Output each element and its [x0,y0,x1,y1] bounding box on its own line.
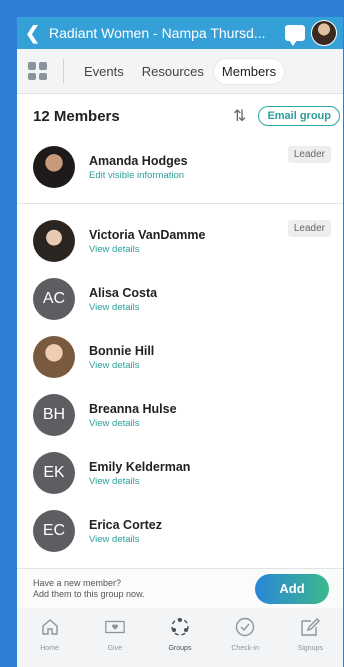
tab-divider [63,59,64,83]
prompt-line-1: Have a new member? [33,577,122,588]
member-info: Victoria VanDamme View details [89,228,206,255]
group-title: Radiant Women - Nampa Thursd... [49,25,266,41]
signups-icon [299,616,321,638]
profile-avatar[interactable] [311,20,337,46]
app-frame: ❮ Radiant Women - Nampa Thursd... Events… [17,17,343,667]
tab-events[interactable]: Events [76,59,132,84]
home-icon [39,616,61,638]
nav-signups[interactable]: Signups [281,616,339,652]
leader-badge: Leader [287,146,331,163]
leader-badge: Leader [287,220,331,237]
nav-home[interactable]: Home [21,616,79,652]
add-member-button[interactable]: Add [255,573,329,604]
avatar: AC [33,278,75,320]
member-info: Amanda Hodges Edit visible information [89,154,188,181]
member-row-self[interactable]: Amanda Hodges Edit visible information L… [17,138,343,196]
member-row[interactable]: EK Emily Kelderman View details [17,444,343,502]
nav-check-in[interactable]: Check-in [216,616,274,652]
view-details-link[interactable]: View details [89,476,190,487]
member-row[interactable]: BH Breanna Hulse View details [17,386,343,444]
member-info: Alisa Costa View details [89,286,157,313]
tab-resources[interactable]: Resources [134,59,212,84]
member-name: Breanna Hulse [89,401,177,416]
member-name: Erica Cortez [89,517,162,532]
avatar [33,146,75,188]
member-count: 12 Members [33,107,120,125]
member-name: Bonnie Hill [89,343,155,358]
top-bar: ❮ Radiant Women - Nampa Thursd... [17,17,343,49]
tab-bar: Events Resources Members [17,49,343,94]
view-details-link[interactable]: View details [89,360,154,371]
members-header: 12 Members ⇅ Email group [17,94,343,138]
member-name: Amanda Hodges [89,153,188,168]
member-row[interactable]: AC Alisa Costa View details [17,270,343,328]
avatar [33,220,75,262]
member-row[interactable]: Bonnie Hill View details [17,328,343,386]
view-details-link[interactable]: View details [89,418,177,429]
view-details-link[interactable]: View details [89,302,157,313]
member-name: Emily Kelderman [89,459,191,474]
member-info: Breanna Hulse View details [89,402,177,429]
chat-icon[interactable] [285,25,305,46]
avatar: EK [33,452,75,494]
add-member-prompt: Have a new member? Add them to this grou… [33,578,255,600]
tab-members[interactable]: Members [213,58,285,84]
check-in-icon [234,616,256,638]
nav-label: Signups [297,645,323,652]
member-info: Emily Kelderman View details [89,460,190,487]
nav-label: Check-in [231,645,259,652]
member-row[interactable]: Victoria VanDamme View details Leader [17,212,343,270]
avatar [33,336,75,378]
nav-label: Home [40,645,59,652]
member-info: Bonnie Hill View details [89,344,154,371]
nav-label: Groups [168,645,192,652]
view-details-link[interactable]: View details [89,534,162,545]
prompt-line-2: Add them to this group now. [33,588,145,599]
edit-visible-info-link[interactable]: Edit visible information [89,170,188,181]
groups-icon [169,616,191,638]
member-name: Victoria VanDamme [89,227,206,242]
bottom-nav: Home Give Groups Check-in Signups [17,608,343,667]
grid-menu-icon[interactable] [25,59,49,83]
give-icon [104,616,126,638]
avatar: BH [33,394,75,436]
member-row[interactable]: EC Erica Cortez View details [17,502,343,560]
section-divider [17,203,343,204]
nav-label: Give [107,645,122,652]
view-details-link[interactable]: View details [89,244,206,255]
avatar: EC [33,510,75,552]
member-info: Erica Cortez View details [89,518,162,545]
nav-give[interactable]: Give [86,616,144,652]
back-arrow-icon[interactable]: ❮ [25,23,45,44]
add-member-bar: Have a new member? Add them to this grou… [17,568,343,608]
member-name: Alisa Costa [89,285,158,300]
sort-icon[interactable]: ⇅ [233,106,246,126]
nav-groups[interactable]: Groups [151,616,209,652]
email-group-button[interactable]: Email group [258,106,340,126]
